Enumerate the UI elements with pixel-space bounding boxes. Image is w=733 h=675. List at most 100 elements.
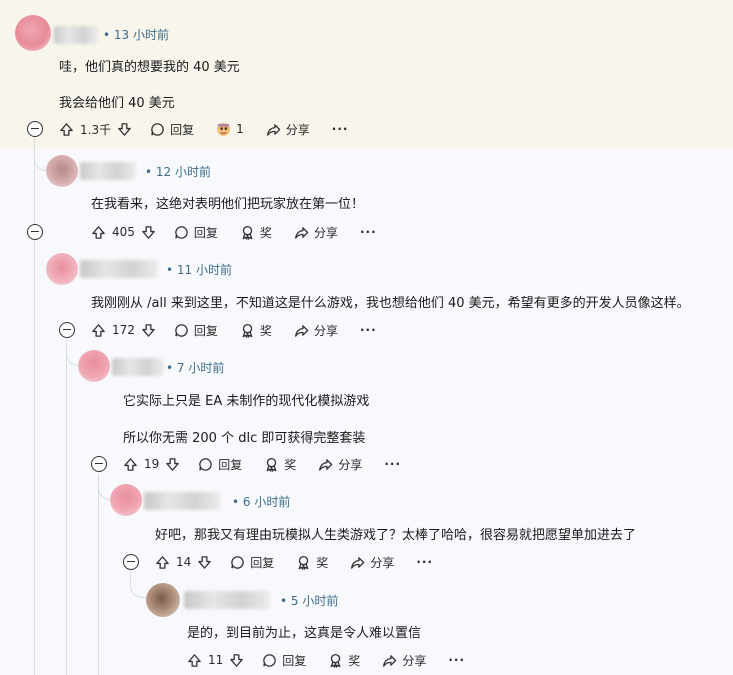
more-options-button[interactable]: ··· <box>416 555 433 569</box>
reply-button[interactable]: 回复 <box>262 652 306 669</box>
reply-button[interactable]: 回复 <box>174 322 218 339</box>
more-options-button[interactable]: ··· <box>360 225 377 239</box>
comment-meta: • 12 小时前 <box>145 165 211 179</box>
comment-text: 哇，他们真的想要我的 40 美元 <box>59 60 240 75</box>
avatar[interactable] <box>78 350 110 382</box>
award-button[interactable]: 奖 <box>296 554 328 571</box>
vote-group: 11 <box>187 653 244 668</box>
comment-actions: 19 回复 奖 分享 ··· <box>123 453 401 475</box>
share-button[interactable]: 分享 <box>266 121 310 138</box>
reply-icon <box>175 225 188 239</box>
share-icon <box>266 123 280 136</box>
timestamp[interactable]: 13 小时前 <box>114 28 169 42</box>
avatar[interactable] <box>46 155 78 187</box>
comment-meta: • 5 小时前 <box>280 594 339 608</box>
avatar[interactable] <box>46 253 78 285</box>
upvote-icon[interactable] <box>155 555 170 570</box>
vote-group: 14 <box>155 555 212 570</box>
vote-group: 172 <box>91 323 156 338</box>
comment-meta: • 11 小时前 <box>166 263 232 277</box>
award-badge-icon <box>217 122 231 136</box>
avatar[interactable] <box>15 15 51 51</box>
downvote-icon[interactable] <box>229 653 244 668</box>
comment-actions: 405 回复 奖 分享 ··· <box>91 221 377 243</box>
comment-actions: 11 回复 奖 分享 ··· <box>187 649 465 671</box>
downvote-icon[interactable] <box>197 555 212 570</box>
username-blurred[interactable] <box>112 358 164 376</box>
timestamp[interactable]: 11 小时前 <box>177 263 232 277</box>
share-icon <box>319 458 333 471</box>
comment-meta: • 6 小时前 <box>232 495 291 509</box>
collapse-thread-button[interactable] <box>27 121 43 137</box>
downvote-icon[interactable] <box>141 225 156 240</box>
more-options-button[interactable]: ··· <box>384 457 401 471</box>
vote-group: 19 <box>123 457 180 472</box>
comment-text: 我会给他们 40 美元 <box>59 96 175 111</box>
vote-group: 1.3千 <box>59 121 132 138</box>
downvote-icon[interactable] <box>141 323 156 338</box>
comment-text: 所以你无需 200 个 dlc 即可获得完整套装 <box>123 431 366 446</box>
reply-icon <box>175 323 188 337</box>
username-blurred[interactable] <box>80 162 136 180</box>
avatar[interactable] <box>146 583 180 617</box>
downvote-icon[interactable] <box>117 122 132 137</box>
collapse-thread-button[interactable] <box>59 322 75 338</box>
username-blurred[interactable] <box>144 492 220 510</box>
comment-text: 它实际上只是 EA 未制作的现代化模拟游戏 <box>123 394 370 409</box>
award-button[interactable]: 奖 <box>240 224 272 241</box>
username-blurred[interactable] <box>184 591 270 609</box>
share-icon <box>351 556 365 569</box>
comment-text: 好吧，那我又有理由玩模拟人生类游戏了？太棒了哈哈，很容易就把愿望单加进去了 <box>155 528 637 543</box>
comment-actions: 1.3千 回复 1 分享 ··· <box>59 118 348 140</box>
collapse-thread-button[interactable] <box>123 554 139 570</box>
thread-line <box>34 138 35 675</box>
share-button[interactable]: 分享 <box>294 322 338 339</box>
more-options-button[interactable]: ··· <box>448 653 465 667</box>
username-blurred[interactable] <box>80 260 158 278</box>
vote-count: 19 <box>144 457 160 471</box>
username-blurred[interactable] <box>54 26 98 44</box>
comment-text: 是的，到目前为止，这真是令人难以置信 <box>187 626 422 641</box>
award-icon <box>298 555 309 570</box>
timestamp[interactable]: 5 小时前 <box>291 594 338 608</box>
timestamp[interactable]: 7 小时前 <box>177 361 224 375</box>
share-button[interactable]: 分享 <box>294 224 338 241</box>
comment-text: 在我看来，这绝对表明他们把玩家放在第一位！ <box>91 197 365 212</box>
thread-line <box>66 340 67 675</box>
upvote-icon[interactable] <box>123 457 138 472</box>
award-icon <box>242 323 253 338</box>
reply-button[interactable]: 回复 <box>174 224 218 241</box>
award-icon <box>242 225 253 240</box>
reply-button[interactable]: 回复 <box>230 554 274 571</box>
vote-count: 1.3千 <box>80 122 112 137</box>
award-button[interactable]: 奖 <box>264 456 296 473</box>
share-button[interactable]: 分享 <box>350 554 394 571</box>
upvote-icon[interactable] <box>59 122 74 137</box>
reply-button[interactable]: 回复 <box>150 121 194 138</box>
more-options-button[interactable]: ··· <box>332 122 349 136</box>
award-button[interactable]: 1 <box>216 122 244 137</box>
vote-count: 405 <box>112 225 135 239</box>
reply-icon <box>231 555 245 569</box>
timestamp[interactable]: 12 小时前 <box>156 165 211 179</box>
upvote-icon[interactable] <box>187 653 202 668</box>
avatar[interactable] <box>110 484 142 516</box>
timestamp[interactable]: 6 小时前 <box>243 495 290 509</box>
award-button[interactable]: 奖 <box>240 322 272 339</box>
share-button[interactable]: 分享 <box>318 456 362 473</box>
vote-count: 172 <box>112 323 135 337</box>
award-button[interactable]: 奖 <box>328 652 360 669</box>
collapse-thread-button[interactable] <box>91 456 107 472</box>
share-button[interactable]: 分享 <box>382 652 426 669</box>
comment-meta: • 7 小时前 <box>166 361 225 375</box>
share-icon <box>294 226 309 239</box>
upvote-icon[interactable] <box>91 323 106 338</box>
collapse-thread-button[interactable] <box>27 224 43 240</box>
reply-icon <box>263 653 277 667</box>
downvote-icon[interactable] <box>165 457 180 472</box>
reply-button[interactable]: 回复 <box>198 456 242 473</box>
comment-text: 我刚刚从 /all 来到这里，不知道这是什么游戏，我也想给他们 40 美元，希望… <box>91 296 690 311</box>
more-options-button[interactable]: ··· <box>360 323 377 337</box>
share-icon <box>383 654 397 667</box>
upvote-icon[interactable] <box>91 225 106 240</box>
